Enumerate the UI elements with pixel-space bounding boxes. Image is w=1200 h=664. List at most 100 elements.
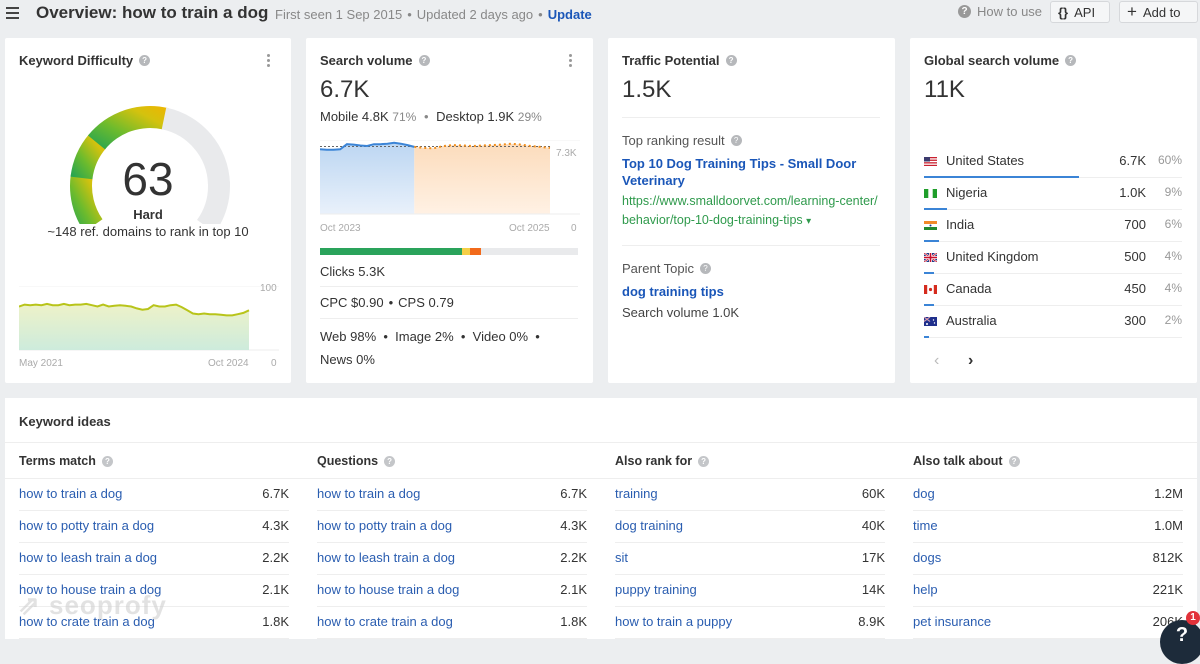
how-to-use-link[interactable]: ? How to use bbox=[958, 4, 1042, 19]
keyword-link[interactable]: how to train a dog bbox=[317, 486, 420, 501]
traffic-potential-value: 1.5K bbox=[622, 76, 672, 103]
keyword-volume: 6.7K bbox=[560, 486, 587, 501]
keyword-link[interactable]: time bbox=[913, 518, 938, 533]
country-name: United Kingdom bbox=[946, 249, 1039, 264]
serp-types: Web 98% • Image 2% • Video 0% • bbox=[320, 329, 540, 344]
clicks-segment-organic bbox=[320, 248, 462, 255]
api-button[interactable]: {} API bbox=[1050, 1, 1110, 23]
help-icon[interactable]: ? bbox=[1065, 55, 1077, 66]
prev-page-button[interactable]: ‹ bbox=[934, 352, 939, 370]
keyword-volume: 4.3K bbox=[560, 518, 587, 533]
help-icon[interactable]: ? bbox=[384, 455, 396, 467]
country-share-bar bbox=[924, 272, 935, 274]
keyword-link[interactable]: how to potty train a dog bbox=[317, 518, 452, 533]
keyword-link[interactable]: how to leash train a dog bbox=[19, 550, 157, 565]
keyword-link[interactable]: help bbox=[913, 582, 938, 597]
top-result-url[interactable]: https://www.smalldoorvet.com/learning-ce… bbox=[622, 192, 884, 231]
country-share: 9% bbox=[1164, 185, 1182, 199]
flag-gb-icon bbox=[924, 253, 937, 262]
top-result-title-link[interactable]: Top 10 Dog Training Tips - Small Door Ve… bbox=[622, 155, 872, 189]
braces-icon: {} bbox=[1058, 4, 1069, 20]
country-name: Australia bbox=[946, 313, 997, 328]
x-axis-start: May 2021 bbox=[19, 358, 63, 369]
top-bar: Overview: how to train a dog First seen … bbox=[0, 0, 1200, 28]
y-axis-max: 7.3K bbox=[556, 148, 577, 159]
add-to-button[interactable]: + Add to bbox=[1119, 1, 1198, 23]
country-name: Canada bbox=[946, 281, 992, 296]
section-title: Keyword ideas bbox=[19, 414, 111, 429]
keyword-link[interactable]: dogs bbox=[913, 550, 941, 565]
help-icon[interactable]: ? bbox=[730, 135, 742, 146]
global-volume-card: Global search volume? 11K United States 6… bbox=[910, 38, 1197, 383]
country-share-bar bbox=[924, 336, 930, 338]
parent-topic-label: Parent Topic bbox=[622, 261, 695, 276]
history-area bbox=[320, 142, 415, 214]
notification-badge: 1 bbox=[1186, 611, 1200, 625]
parent-topic-link[interactable]: dog training tips bbox=[622, 283, 872, 300]
search-volume-value: 6.7K bbox=[320, 76, 370, 103]
country-row[interactable]: Australia 300 2% bbox=[924, 311, 1182, 343]
keyword-link[interactable]: dog training bbox=[615, 518, 683, 533]
keyword-row: training 60K bbox=[615, 479, 885, 511]
keyword-row: how to train a puppy 8.9K bbox=[615, 607, 885, 639]
keyword-link[interactable]: pet insurance bbox=[913, 614, 991, 629]
flag-ng-icon bbox=[924, 189, 937, 198]
flag-in-icon bbox=[924, 221, 937, 230]
keyword-link[interactable]: dog bbox=[913, 486, 935, 501]
country-row[interactable]: Nigeria 1.0K 9% bbox=[924, 183, 1182, 215]
help-icon[interactable]: ? bbox=[418, 55, 430, 66]
help-icon[interactable]: ? bbox=[1008, 455, 1020, 467]
help-icon[interactable]: ? bbox=[700, 263, 712, 274]
country-row[interactable]: Canada 450 4% bbox=[924, 279, 1182, 311]
keyword-row: dogs 812K bbox=[913, 543, 1183, 575]
keyword-volume: 2.2K bbox=[262, 550, 289, 565]
keyword-link[interactable]: training bbox=[615, 486, 658, 501]
x-axis-start: Oct 2023 bbox=[320, 223, 361, 234]
more-options-icon[interactable] bbox=[569, 53, 573, 67]
country-row[interactable]: United Kingdom 500 4% bbox=[924, 247, 1182, 279]
x-axis-end: Oct 2025 bbox=[509, 223, 550, 234]
country-row[interactable]: United States 6.7K 60% bbox=[924, 151, 1182, 183]
keyword-link[interactable]: how to train a dog bbox=[19, 486, 122, 501]
help-icon[interactable]: ? bbox=[139, 55, 151, 66]
card-title: Keyword Difficulty bbox=[19, 53, 134, 68]
keyword-difficulty-card: Keyword Difficulty? 63 Hard ~148 ref. do… bbox=[5, 38, 291, 383]
update-link[interactable]: Update bbox=[548, 7, 592, 22]
keyword-link[interactable]: sit bbox=[615, 550, 628, 565]
clicks-distribution-bar bbox=[320, 248, 578, 255]
keyword-row: how to leash train a dog 2.2K bbox=[19, 543, 289, 575]
menu-icon[interactable] bbox=[6, 4, 20, 20]
keyword-row: puppy training 14K bbox=[615, 575, 885, 607]
more-options-icon[interactable] bbox=[267, 53, 271, 67]
country-volume: 500 bbox=[1124, 249, 1146, 264]
country-name: India bbox=[946, 217, 975, 232]
column-title: Questions bbox=[317, 454, 379, 468]
country-volume: 300 bbox=[1124, 313, 1146, 328]
top-ranking-label: Top ranking result bbox=[622, 133, 725, 148]
keyword-link[interactable]: how to leash train a dog bbox=[317, 550, 455, 565]
keyword-volume: 2.1K bbox=[262, 582, 289, 597]
first-seen: First seen 1 Sep 2015 bbox=[275, 7, 403, 22]
dropdown-caret-icon[interactable]: ▾ bbox=[806, 216, 811, 227]
help-chat-button[interactable]: ? bbox=[1160, 620, 1200, 664]
keyword-link[interactable]: puppy training bbox=[615, 582, 697, 597]
help-circle-icon: ? bbox=[958, 5, 971, 18]
country-volume: 1.0K bbox=[1119, 185, 1146, 200]
keyword-link[interactable]: how to crate train a dog bbox=[317, 614, 453, 629]
keyword-link[interactable]: how to train a puppy bbox=[615, 614, 732, 629]
help-icon[interactable]: ? bbox=[101, 455, 113, 467]
help-icon[interactable]: ? bbox=[725, 55, 737, 66]
keyword-link[interactable]: how to house train a dog bbox=[317, 582, 459, 597]
search-volume-card: Search volume? 6.7K Mobile 4.8K 71% • De… bbox=[306, 38, 593, 383]
keyword-link[interactable]: how to potty train a dog bbox=[19, 518, 154, 533]
forecast-area bbox=[414, 143, 550, 214]
help-icon[interactable]: ? bbox=[698, 455, 710, 467]
traffic-potential-card: Traffic Potential? 1.5K Top ranking resu… bbox=[608, 38, 895, 383]
keyword-volume: 221K bbox=[1152, 582, 1183, 597]
country-share-bar bbox=[924, 304, 935, 306]
column-title: Also rank for bbox=[615, 454, 693, 468]
next-page-button[interactable]: › bbox=[968, 352, 973, 370]
card-title: Global search volume bbox=[924, 53, 1060, 68]
keyword-volume: 2.2K bbox=[560, 550, 587, 565]
country-row[interactable]: India 700 6% bbox=[924, 215, 1182, 247]
